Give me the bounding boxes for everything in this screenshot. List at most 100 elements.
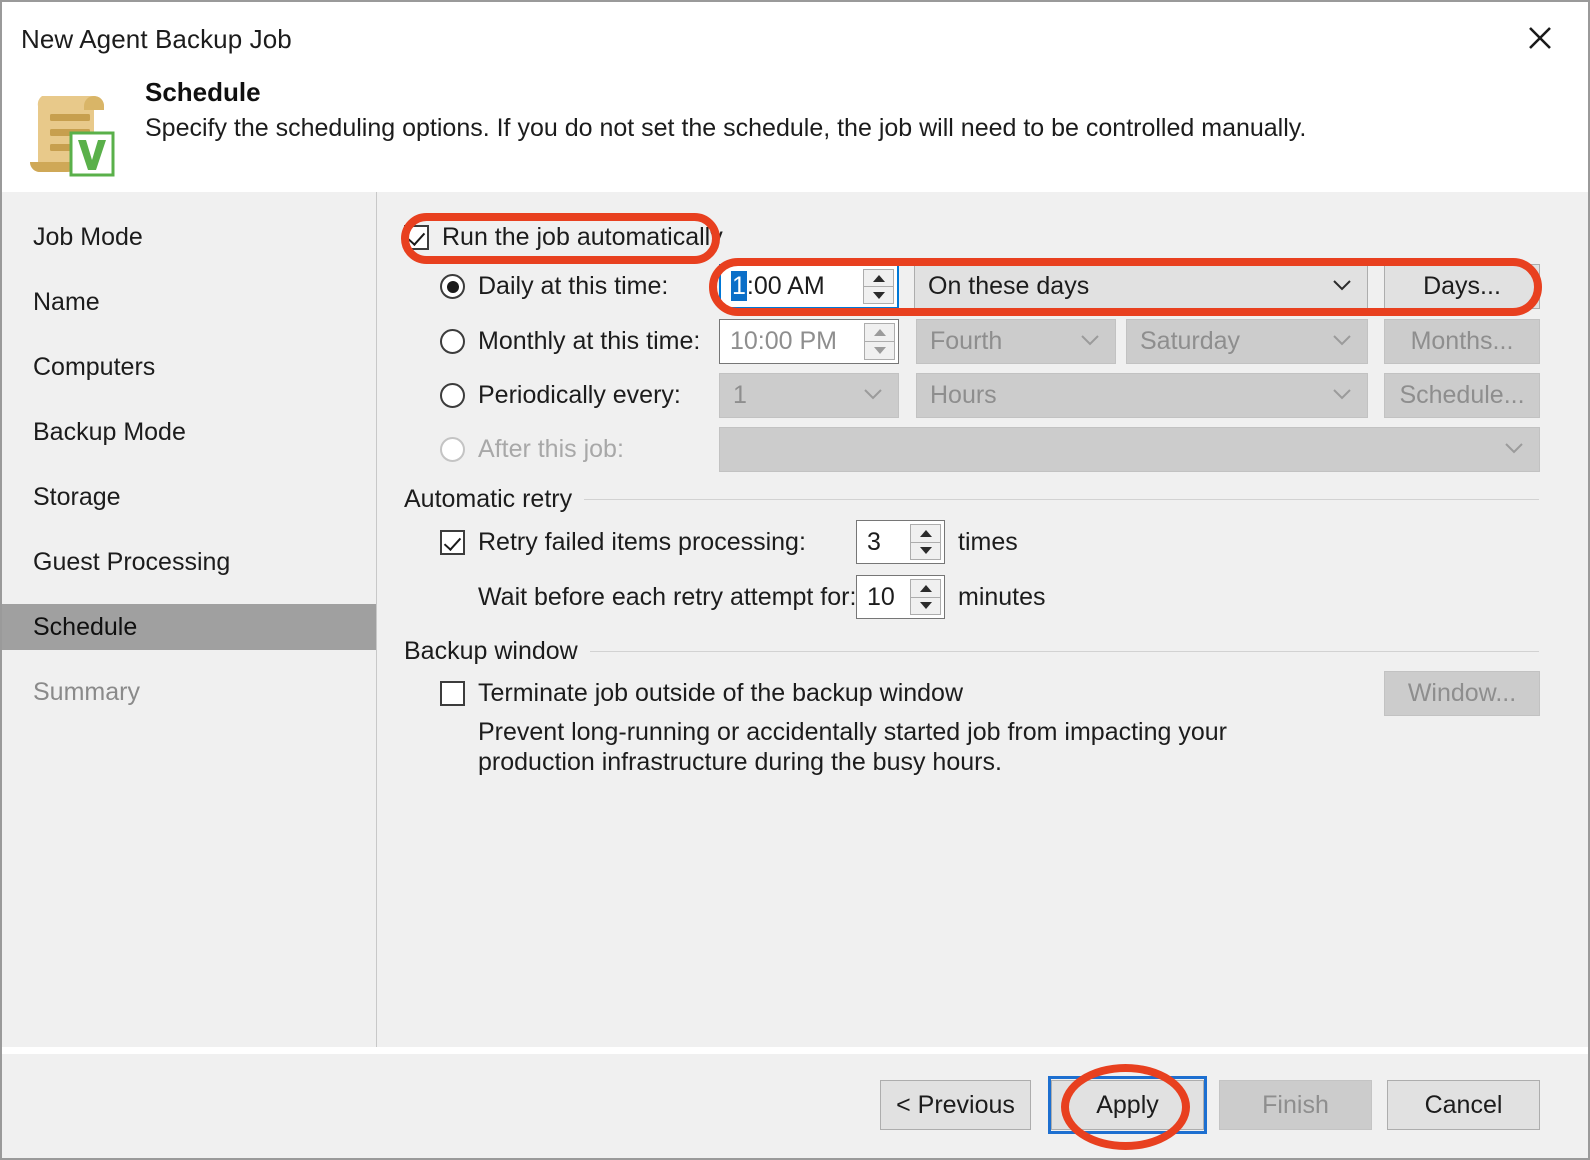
wait-minutes-unit-label: minutes — [958, 583, 1046, 611]
daily-time-rest: :00 AM — [746, 272, 825, 300]
chevron-down-icon — [1081, 333, 1099, 351]
sidebar-item-label: Name — [33, 287, 100, 316]
title-bar: New Agent Backup Job — [2, 2, 1588, 72]
monthly-radio-row[interactable]: Monthly at this time: — [440, 327, 700, 356]
retry-times-spin-up-icon[interactable] — [910, 524, 941, 542]
page-description: Specify the scheduling options. If you d… — [145, 114, 1307, 142]
periodically-interval-value: 1 — [733, 381, 747, 409]
sidebar-item-label: Job Mode — [33, 222, 143, 251]
wait-minutes-input[interactable]: 10 — [856, 575, 945, 619]
periodically-label: Periodically every: — [478, 381, 681, 409]
group-divider — [584, 499, 1539, 500]
monthly-time-value: 10:00 PM — [730, 327, 838, 355]
after-this-job-radio — [440, 437, 465, 462]
terminate-job-label: Terminate job outside of the backup wind… — [478, 679, 964, 707]
daily-time-selected-digit: 1 — [731, 271, 747, 301]
daily-radio-row[interactable]: Daily at this time: — [440, 272, 668, 301]
daily-time-value: 1:00 AM — [721, 271, 825, 301]
monthly-radio[interactable] — [440, 329, 465, 354]
daily-time-spin-down-icon[interactable] — [863, 286, 894, 304]
sidebar-item-backup-mode[interactable]: Backup Mode — [2, 409, 376, 455]
wait-minutes-spin-down-icon[interactable] — [910, 596, 941, 615]
daily-radio[interactable] — [440, 274, 465, 299]
page-title: Schedule — [145, 77, 261, 107]
sidebar-item-label: Schedule — [33, 612, 138, 641]
sidebar-item-label: Storage — [33, 482, 121, 511]
run-automatically-checkbox-row[interactable]: Run the job automatically — [404, 223, 723, 252]
sidebar-item-name[interactable]: Name — [2, 279, 376, 325]
schedule-button: Schedule... — [1384, 373, 1540, 418]
retry-failed-items-row[interactable]: Retry failed items processing: — [440, 528, 806, 557]
previous-button[interactable]: < Previous — [880, 1080, 1031, 1130]
wait-minutes-value: 10 — [867, 582, 895, 611]
wizard-steps-sidebar: Job Mode Name Computers Backup Mode Stor… — [2, 192, 377, 1047]
retry-failed-items-label: Retry failed items processing: — [478, 528, 806, 556]
wait-minutes-spin-up-icon[interactable] — [910, 579, 941, 597]
periodically-unit-combo: Hours — [916, 373, 1368, 418]
sidebar-item-computers[interactable]: Computers — [2, 344, 376, 390]
backup-window-description: Prevent long-running or accidentally sta… — [478, 718, 1227, 776]
run-automatically-label: Run the job automatically — [442, 223, 723, 251]
sidebar-item-label: Guest Processing — [33, 547, 231, 576]
daily-label: Daily at this time: — [478, 272, 669, 300]
backup-window-group-label: Backup window — [404, 637, 578, 665]
sidebar-item-label: Summary — [33, 677, 140, 706]
monthly-weekday-combo: Saturday — [1126, 319, 1368, 364]
dialog-body: Job Mode Name Computers Backup Mode Stor… — [2, 192, 1588, 1047]
sidebar-item-schedule[interactable]: Schedule — [2, 604, 376, 650]
daily-time-input[interactable]: 1:00 AM — [719, 264, 899, 309]
daily-time-spinner[interactable] — [863, 269, 894, 304]
monthly-time-spin-down-icon[interactable] — [864, 341, 895, 360]
group-divider — [589, 651, 1539, 652]
retry-times-value: 3 — [867, 527, 881, 556]
after-this-job-radio-row: After this job: — [440, 435, 624, 464]
terminate-job-checkbox[interactable] — [440, 681, 465, 706]
cancel-button[interactable]: Cancel — [1387, 1080, 1540, 1130]
after-this-job-label: After this job: — [478, 435, 624, 463]
monthly-time-spin-up-icon[interactable] — [864, 323, 895, 341]
after-this-job-combo — [719, 427, 1540, 472]
chevron-down-icon — [1333, 387, 1351, 405]
new-agent-backup-job-dialog: New Agent Backup Job Schedule Specify th… — [0, 0, 1590, 1160]
monthly-time-spinner[interactable] — [864, 323, 895, 360]
sidebar-item-storage[interactable]: Storage — [2, 474, 376, 520]
dialog-footer: < Previous Apply Finish Cancel — [2, 1051, 1588, 1158]
retry-times-input[interactable]: 3 — [856, 520, 945, 564]
days-button[interactable]: Days... — [1384, 264, 1540, 309]
page-header: Schedule Specify the scheduling options.… — [2, 72, 1588, 192]
sidebar-item-guest-processing[interactable]: Guest Processing — [2, 539, 376, 585]
apply-button[interactable]: Apply — [1051, 1080, 1204, 1130]
monthly-label: Monthly at this time: — [478, 327, 701, 355]
chevron-down-icon — [1333, 278, 1351, 296]
monthly-time-input[interactable]: 10:00 PM — [719, 319, 899, 364]
daily-days-mode-combo[interactable]: On these days — [914, 264, 1368, 309]
run-automatically-checkbox[interactable] — [404, 225, 429, 250]
periodically-radio[interactable] — [440, 383, 465, 408]
periodically-interval-combo: 1 — [719, 373, 899, 418]
retry-failed-items-checkbox[interactable] — [440, 530, 465, 555]
periodically-radio-row[interactable]: Periodically every: — [440, 381, 681, 410]
window-title: New Agent Backup Job — [21, 24, 292, 54]
sidebar-item-job-mode[interactable]: Job Mode — [2, 214, 376, 260]
retry-times-spin-down-icon[interactable] — [910, 541, 941, 560]
daily-time-spin-up-icon[interactable] — [863, 269, 894, 286]
monthly-week-combo: Fourth — [916, 319, 1116, 364]
retry-times-unit-label: times — [958, 528, 1018, 556]
wait-before-retry-label: Wait before each retry attempt for: — [478, 583, 857, 611]
wait-minutes-spinner[interactable] — [910, 579, 941, 615]
retry-times-spinner[interactable] — [910, 524, 941, 560]
scroll-veeam-icon — [24, 88, 124, 180]
monthly-weekday-value: Saturday — [1140, 327, 1241, 355]
close-icon[interactable] — [1514, 16, 1566, 60]
chevron-down-icon — [1333, 333, 1351, 351]
chevron-down-icon — [864, 387, 882, 405]
chevron-down-icon — [1505, 441, 1523, 459]
periodically-unit-value: Hours — [930, 381, 997, 409]
terminate-job-row[interactable]: Terminate job outside of the backup wind… — [440, 679, 963, 708]
window-button: Window... — [1384, 671, 1540, 716]
schedule-options-panel: Run the job automatically Daily at this … — [378, 192, 1588, 1047]
sidebar-item-label: Backup Mode — [33, 417, 186, 446]
backup-window-group-header: Backup window — [404, 637, 1539, 666]
automatic-retry-group-header: Automatic retry — [404, 485, 1539, 514]
daily-days-mode-value: On these days — [928, 272, 1090, 300]
